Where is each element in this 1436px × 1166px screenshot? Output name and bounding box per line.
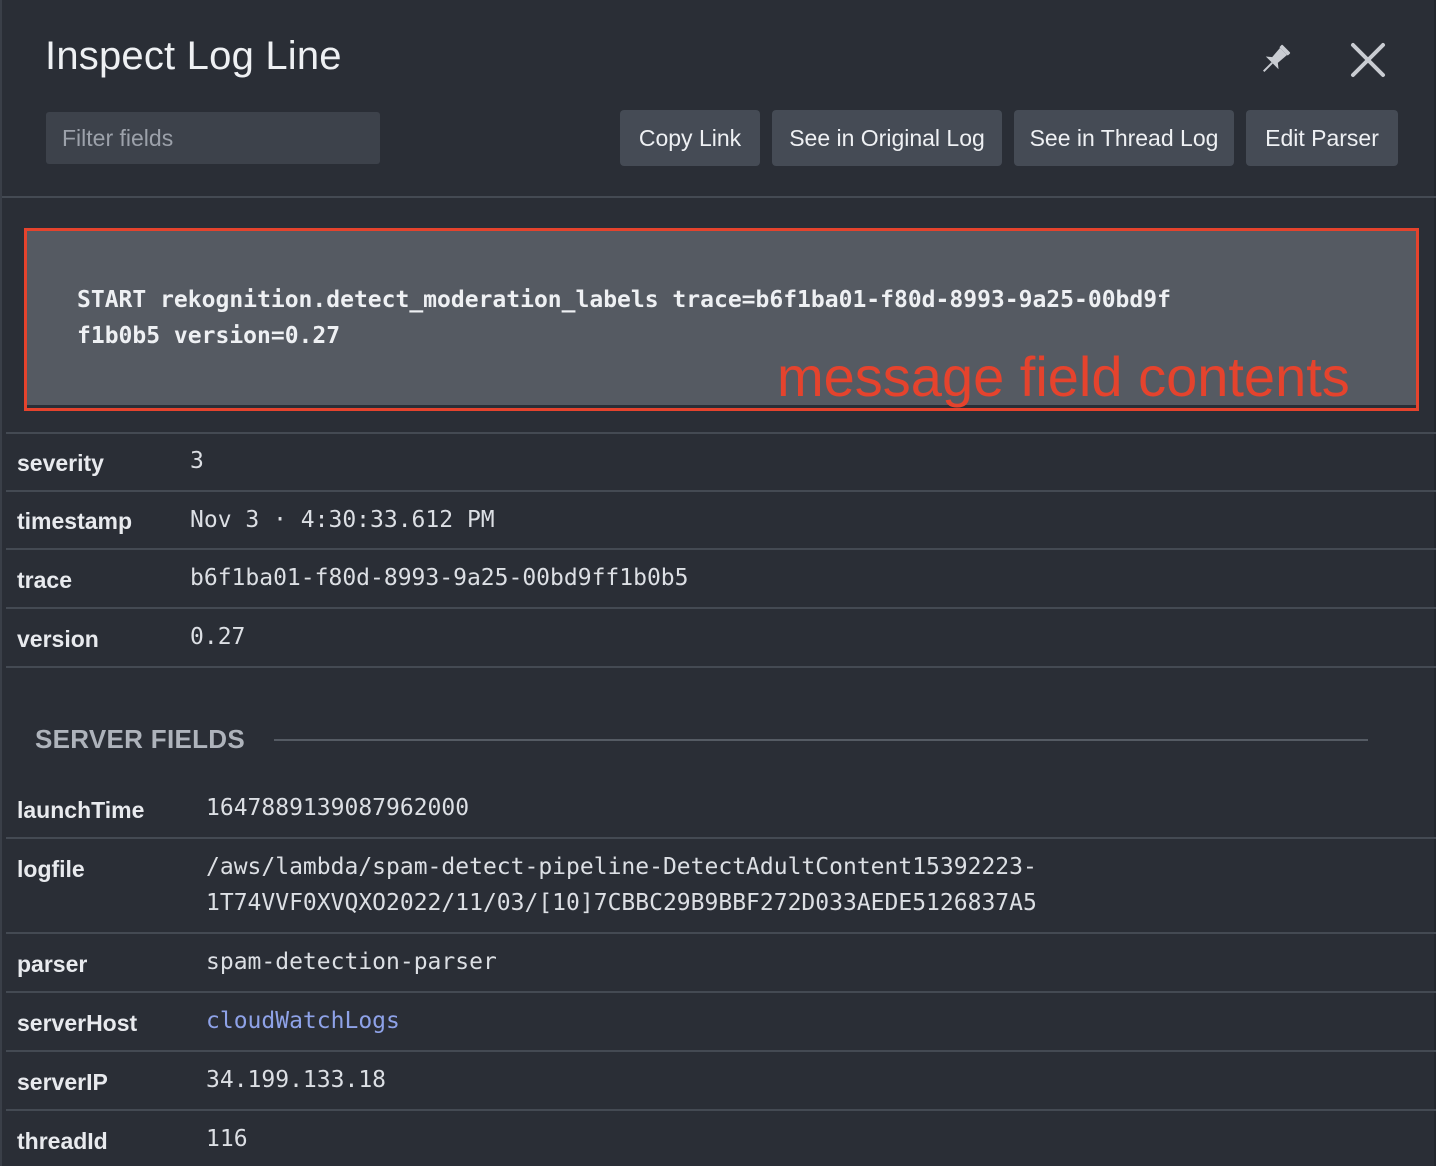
panel-title: Inspect Log Line	[45, 34, 342, 78]
inspect-log-line-panel: Inspect Log Line Copy Link See in Origin…	[0, 0, 1436, 1166]
field-key: logfile	[17, 856, 85, 882]
field-row-version: version 0.27	[6, 609, 1436, 668]
server-field-row-logfile: logfile /aws/lambda/spam-detect-pipeline…	[6, 839, 1436, 934]
field-key: launchTime	[17, 797, 145, 823]
server-field-row-launchtime: launchTime 1647889139087962000	[6, 780, 1436, 839]
field-value: 34.199.133.18	[206, 1067, 387, 1093]
field-value: 116	[206, 1126, 248, 1152]
field-value: 1647889139087962000	[206, 795, 470, 821]
field-value: /aws/lambda/spam-detect-pipeline-DetectA…	[206, 854, 1037, 916]
field-value: spam-detection-parser	[206, 949, 497, 975]
server-field-row-parser: parser spam-detection-parser	[6, 934, 1436, 993]
pin-icon[interactable]	[1255, 40, 1295, 80]
close-icon[interactable]	[1348, 40, 1388, 80]
filter-fields-input[interactable]	[46, 112, 380, 164]
field-key: serverHost	[17, 1010, 138, 1036]
copy-link-button[interactable]: Copy Link	[620, 110, 760, 166]
server-field-row-threadid: threadId 116	[6, 1111, 1436, 1166]
server-fields-heading: SERVER FIELDS	[35, 724, 246, 754]
field-value: Nov 3 · 4:30:33.612 PM	[190, 507, 495, 533]
section-divider	[274, 739, 1368, 741]
server-field-row-serverhost: serverHost cloudWatchLogs	[6, 993, 1436, 1052]
field-key: trace	[17, 567, 72, 593]
field-key: threadId	[17, 1128, 108, 1154]
see-in-original-log-button[interactable]: See in Original Log	[772, 110, 1002, 166]
field-value: b6f1ba01-f80d-8993-9a25-00bd9ff1b0b5	[190, 565, 689, 591]
field-row-severity: severity 3	[6, 434, 1436, 492]
server-field-row-serverip: serverIP 34.199.133.18	[6, 1052, 1436, 1111]
annotation-label: message field contents	[777, 345, 1350, 408]
field-key: version	[17, 626, 99, 652]
header-divider	[2, 196, 1436, 198]
field-key: timestamp	[17, 508, 133, 534]
field-key: severity	[17, 450, 104, 476]
field-key: parser	[17, 951, 88, 977]
field-value: 3	[190, 448, 204, 474]
server-host-link[interactable]: cloudWatchLogs	[206, 1003, 400, 1039]
field-value: 0.27	[190, 624, 246, 650]
edit-parser-button[interactable]: Edit Parser	[1246, 110, 1398, 166]
field-row-timestamp: timestamp Nov 3 · 4:30:33.612 PM	[6, 492, 1436, 550]
field-row-trace: trace b6f1ba01-f80d-8993-9a25-00bd9ff1b0…	[6, 550, 1436, 609]
see-in-thread-log-button[interactable]: See in Thread Log	[1014, 110, 1234, 166]
field-key: serverIP	[17, 1069, 108, 1095]
